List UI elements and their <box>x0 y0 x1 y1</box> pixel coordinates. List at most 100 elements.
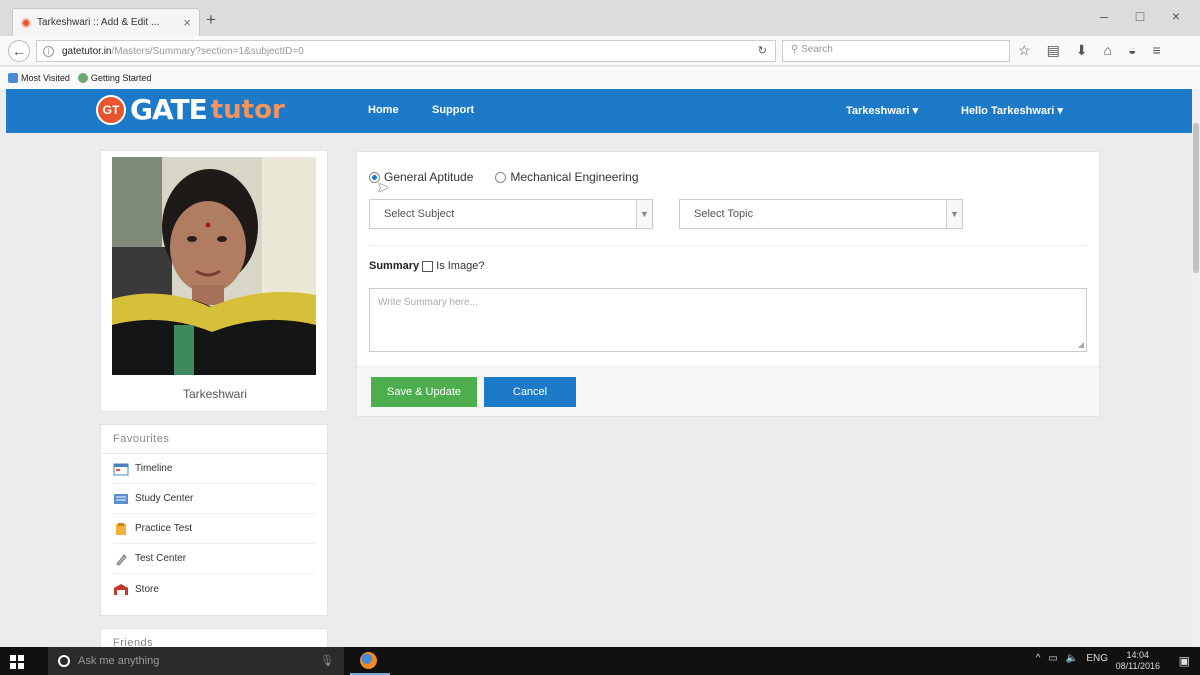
is-image-checkbox[interactable] <box>422 260 434 272</box>
info-icon[interactable]: i <box>43 45 54 57</box>
maximize-button[interactable]: □ <box>1130 8 1150 24</box>
select-topic-value: Select Topic <box>694 208 754 220</box>
favourite-item-test-center[interactable]: Test Center <box>113 544 315 574</box>
divider <box>369 245 1087 246</box>
profile-name[interactable]: Tarkeshwari <box>101 387 329 401</box>
globe-icon <box>77 73 88 83</box>
is-image-label[interactable]: Is Image? <box>436 260 484 272</box>
summary-placeholder: Write Summary here... <box>378 297 478 308</box>
nav-home-link[interactable]: Home <box>368 104 399 116</box>
summary-row: Summary Is Image? <box>369 260 484 272</box>
select-subject-dropdown[interactable]: Select Subject ▼ <box>369 199 653 229</box>
menu-icon[interactable]: ≡ <box>1152 42 1160 59</box>
bookmark-label: Getting Started <box>90 73 152 83</box>
toolbar-icons: ☆ ▤ ⬇ ⌂ ◒ ≡ <box>1018 42 1161 59</box>
select-topic-dropdown[interactable]: Select Topic ▼ <box>679 199 963 229</box>
favourites-card: Favourites Timeline Study Center Practic… <box>100 424 328 616</box>
tab-title: Tarkeshwari :: Add & Edit ... <box>37 17 160 28</box>
logo-badge: GT <box>96 94 126 125</box>
reading-list-icon[interactable]: ▤ <box>1047 42 1060 59</box>
summary-label: Summary <box>369 260 420 272</box>
timeline-icon <box>113 462 129 476</box>
profile-card: Tarkeshwari <box>100 150 328 412</box>
user-menu-dropdown[interactable]: Tarkeshwari ▾ <box>846 104 918 117</box>
chevron-up-icon[interactable]: ^ <box>1036 653 1041 664</box>
practice-test-icon <box>113 522 129 536</box>
minimize-button[interactable]: – <box>1094 8 1114 24</box>
store-icon <box>113 582 129 596</box>
favourite-item-study-center[interactable]: Study Center <box>113 484 315 514</box>
url-path: /Masters/Summary?section=1&subjectID=0 <box>111 45 304 57</box>
section-radio-group: General Aptitude Mechanical Engineering <box>369 170 639 184</box>
hello-user-dropdown[interactable]: Hello Tarkeshwari ▾ <box>961 104 1063 117</box>
home-icon[interactable]: ⌂ <box>1104 42 1112 59</box>
clock-time: 14:04 <box>1126 650 1150 660</box>
favourite-label: Store <box>135 583 159 595</box>
bookmark-label: Most Visited <box>21 73 70 83</box>
profile-photo[interactable] <box>112 157 316 375</box>
page-scrollbar[interactable] <box>1192 89 1200 647</box>
mouse-cursor-icon: ➤ <box>377 179 389 195</box>
windows-start-icon[interactable] <box>10 655 24 669</box>
network-icon[interactable]: ▭ <box>1048 653 1057 664</box>
clock[interactable]: 14:04 08/11/2016 <box>1116 650 1160 672</box>
search-icon: ⚲ <box>791 44 799 55</box>
site-logo[interactable]: GT GATE tutor <box>96 93 285 126</box>
radio-label-mechanical-engineering[interactable]: Mechanical Engineering <box>510 170 638 184</box>
favourite-label: Practice Test <box>135 523 193 534</box>
study-center-icon <box>113 492 129 506</box>
volume-icon[interactable]: 🔈 <box>1066 653 1078 664</box>
system-tray: ^ ▭ 🔈 ENG <box>1036 653 1108 664</box>
bookmarks-bar: Most Visited Getting Started <box>0 67 1200 89</box>
favourite-item-practice-test[interactable]: Practice Test <box>113 514 315 544</box>
radio-mechanical-engineering[interactable] <box>495 171 507 183</box>
favourites-title: Favourites <box>101 425 327 454</box>
favourites-list: Timeline Study Center Practice Test Test… <box>101 454 327 604</box>
summary-form-panel: General Aptitude Mechanical Engineering … <box>356 151 1100 417</box>
browser-search-placeholder: Search <box>801 44 833 55</box>
site-header: GT GATE tutor Home Support Tarkeshwari ▾… <box>6 89 1194 133</box>
new-tab-button[interactable]: + <box>206 10 216 30</box>
tab-close-icon[interactable]: × <box>183 15 191 30</box>
browser-tab[interactable]: Tarkeshwari :: Add & Edit ... × <box>12 8 200 36</box>
back-arrow-icon[interactable]: ← <box>8 40 30 62</box>
bookmark-most-visited[interactable]: Most Visited <box>8 73 70 83</box>
nav-support-link[interactable]: Support <box>432 104 474 116</box>
tab-favicon-icon <box>21 17 31 28</box>
language-indicator[interactable]: ENG <box>1086 653 1108 664</box>
windows-taskbar: Ask me anything 🎙 ^ ▭ 🔈 ENG 14:04 08/11/… <box>0 647 1200 675</box>
browser-nav-bar: ← i gatetutor.in /Masters/Summary?sectio… <box>0 36 1200 66</box>
bookmark-getting-started[interactable]: Getting Started <box>77 73 152 83</box>
chevron-down-icon: ▼ <box>636 200 652 228</box>
browser-search-input[interactable]: ⚲ Search <box>782 40 1010 62</box>
cortana-placeholder: Ask me anything <box>78 655 160 667</box>
notification-icon[interactable]: ▣ <box>1179 654 1190 668</box>
download-icon[interactable]: ⬇ <box>1076 42 1088 59</box>
select-subject-value: Select Subject <box>384 208 455 220</box>
cortana-search-box[interactable]: Ask me anything 🎙 <box>48 647 344 675</box>
folder-icon <box>8 73 18 83</box>
address-bar[interactable]: i gatetutor.in /Masters/Summary?section=… <box>36 40 776 62</box>
clock-date: 08/11/2016 <box>1115 661 1160 671</box>
cancel-button[interactable]: Cancel <box>484 377 576 407</box>
chevron-down-icon: ▼ <box>946 200 962 228</box>
url-domain: gatetutor.in <box>62 45 112 57</box>
resize-grip-icon[interactable]: ◢ <box>1078 340 1084 349</box>
radio-label-general-aptitude[interactable]: General Aptitude <box>384 170 473 184</box>
microphone-icon[interactable]: 🎙 <box>320 654 334 667</box>
scrollbar-thumb[interactable] <box>1193 123 1199 273</box>
pocket-icon[interactable]: ◒ <box>1128 42 1136 59</box>
reload-icon[interactable]: ↻ <box>758 44 767 57</box>
favourite-item-store[interactable]: Store <box>113 574 315 604</box>
form-footer: Save & Update Cancel <box>357 366 1099 416</box>
favourite-label: Study Center <box>135 493 194 504</box>
firefox-taskbar-icon[interactable] <box>358 651 380 671</box>
browser-tab-bar: Tarkeshwari :: Add & Edit ... × + – □ × <box>0 0 1200 36</box>
bookmark-star-icon[interactable]: ☆ <box>1018 42 1031 59</box>
summary-textarea[interactable]: Write Summary here... ◢ <box>369 288 1087 352</box>
save-update-button[interactable]: Save & Update <box>371 377 477 407</box>
favourite-label: Timeline <box>135 463 173 474</box>
favourite-item-timeline[interactable]: Timeline <box>113 454 315 484</box>
logo-gate-text: GATE <box>130 93 208 126</box>
close-window-button[interactable]: × <box>1166 8 1186 24</box>
